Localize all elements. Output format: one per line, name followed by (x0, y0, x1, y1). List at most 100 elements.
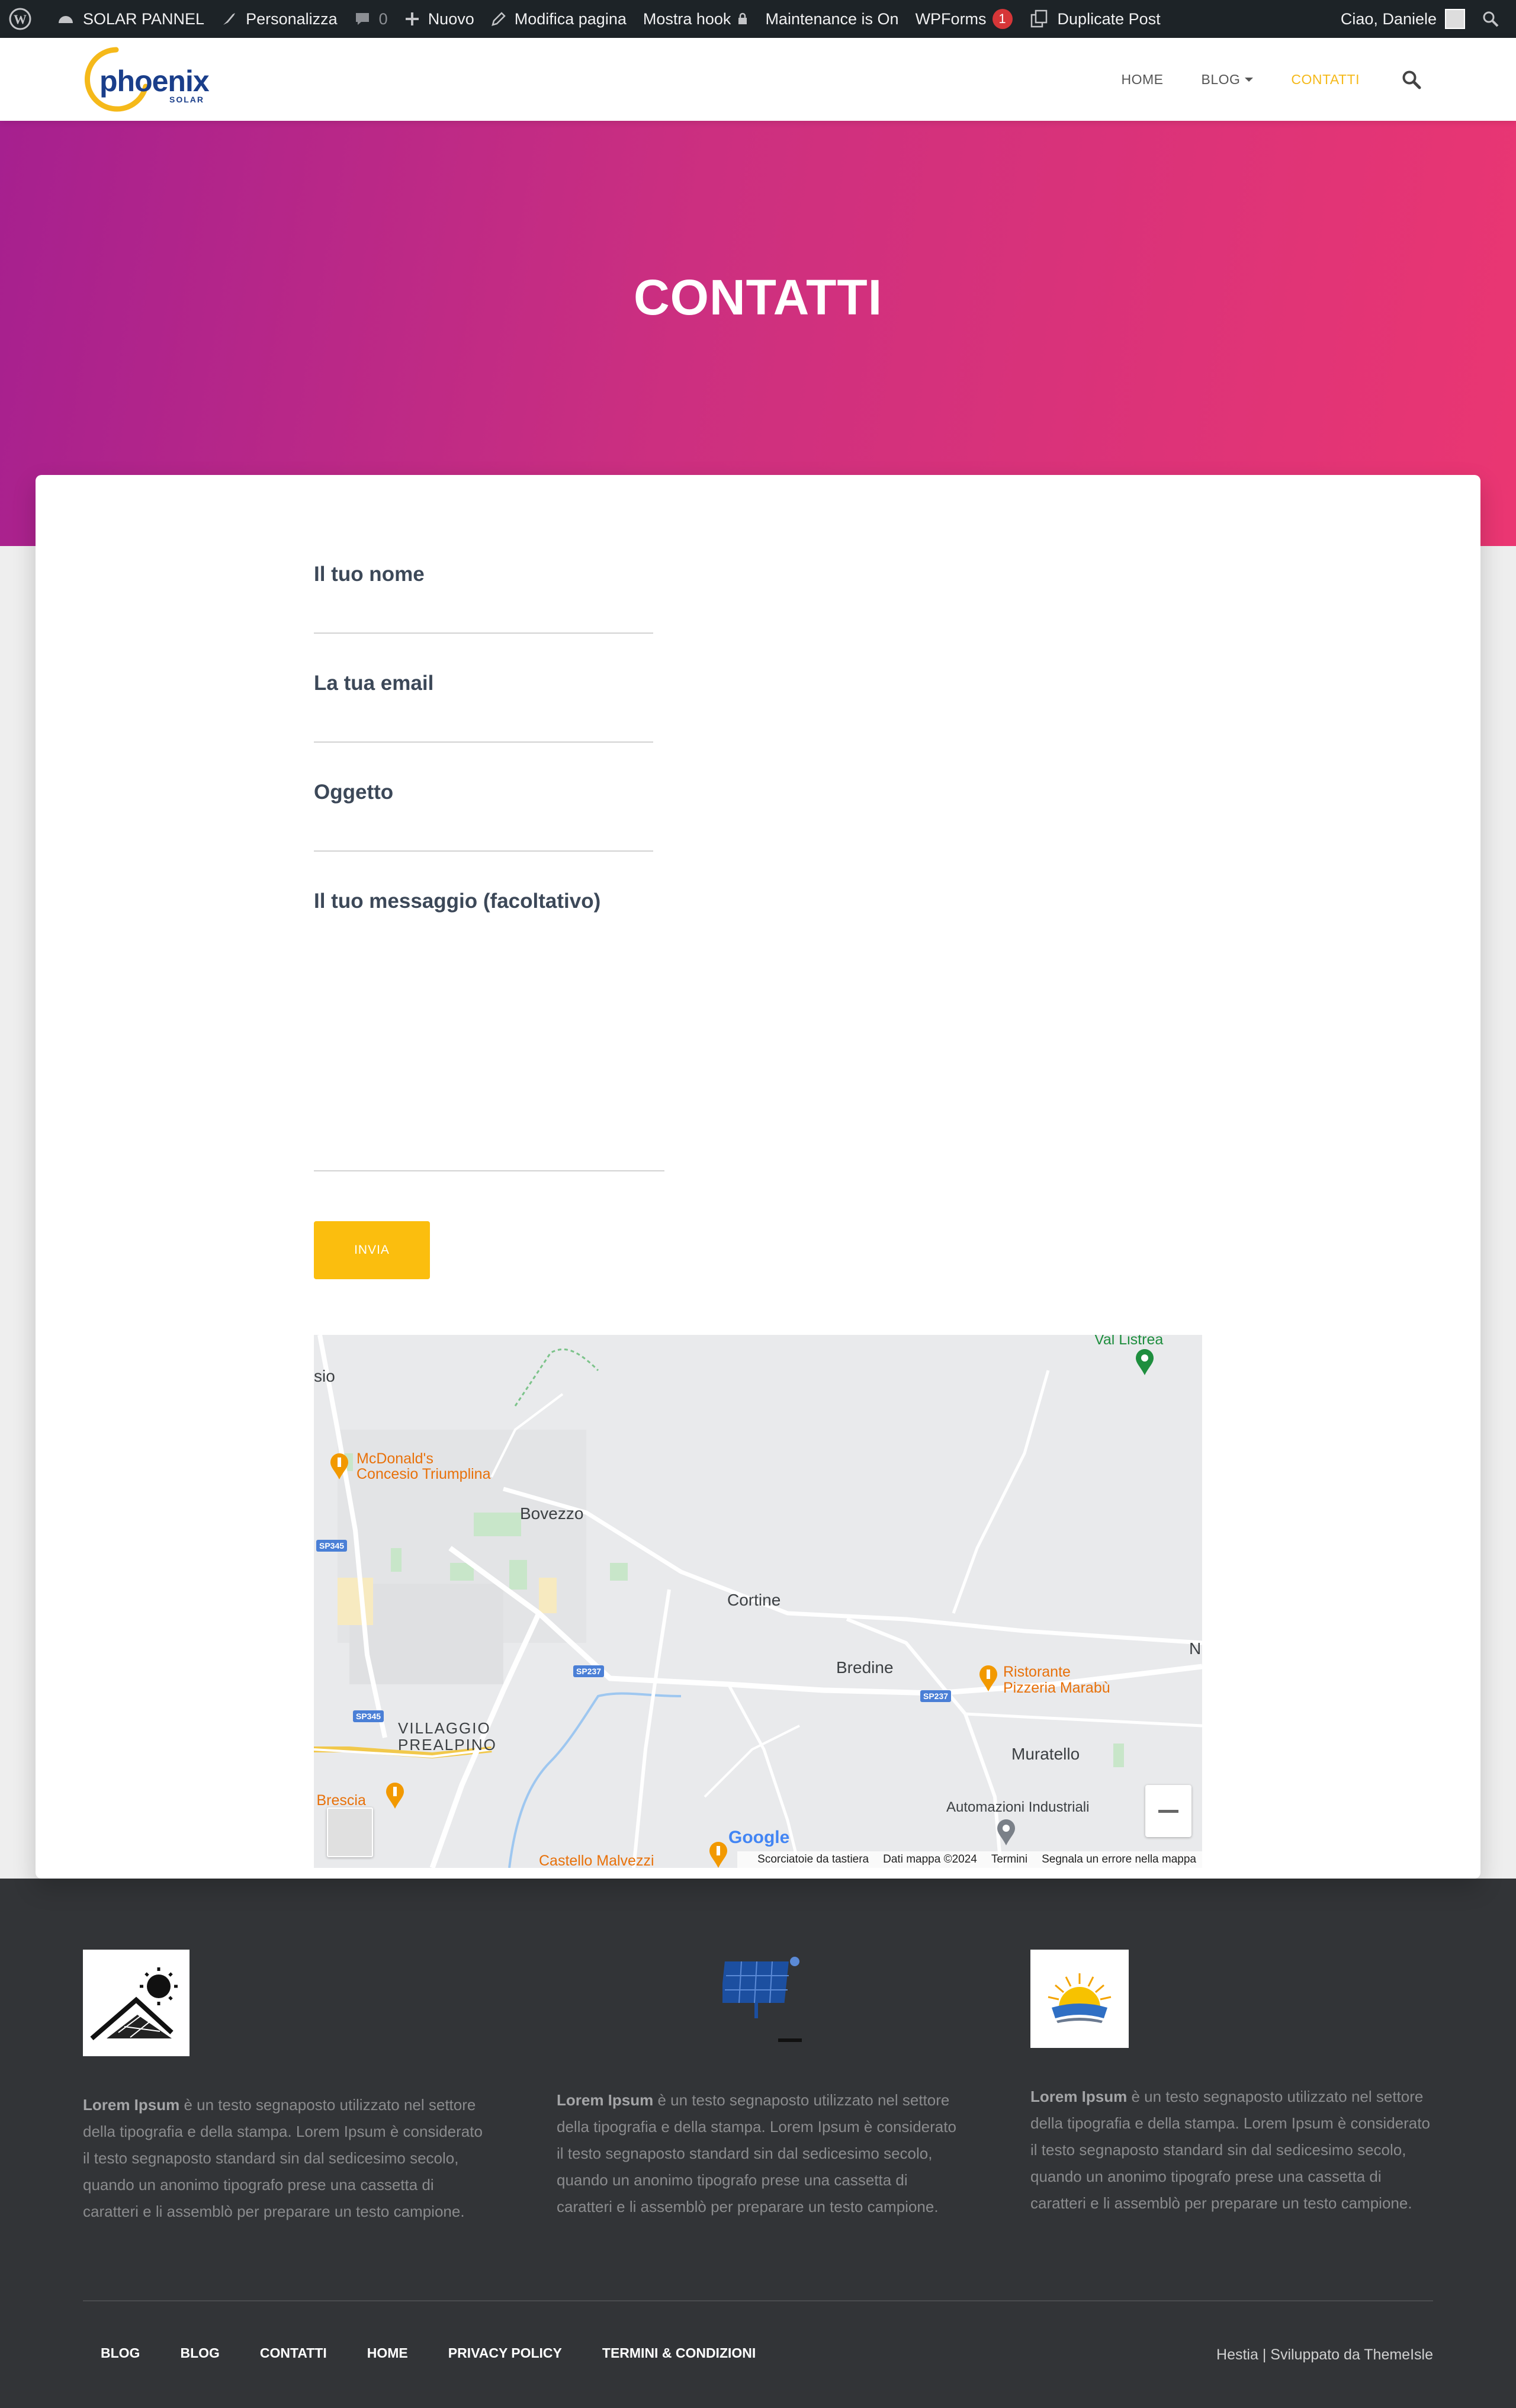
site-header: phoenix SOLAR HOME BLOG CONTATTI (0, 38, 1516, 121)
dashboard-icon (59, 16, 73, 23)
footer-text: Lorem Ipsum è un testo segnaposto utiliz… (1030, 2083, 1433, 2217)
caret-down-icon (1245, 77, 1254, 82)
message-textarea[interactable] (314, 1170, 664, 1171)
keyboard-shortcuts-link[interactable]: Scorciatoie da tastiera (757, 1853, 869, 1866)
road-sign: SP345 (353, 1710, 384, 1722)
map-attribution: Scorciatoie da tastiera Dati mappa ©2024… (737, 1851, 1202, 1868)
duplicate-post-link[interactable]: Duplicate Post (1021, 0, 1169, 38)
comments-link[interactable]: 0 (346, 0, 396, 38)
show-hook-link[interactable]: Mostra hook (635, 0, 757, 38)
restaurant-pin-icon (330, 1453, 348, 1479)
footer-image-solar-panel (720, 1950, 805, 2044)
nav-item-contatti[interactable]: CONTATTI (1291, 72, 1360, 88)
svg-text:W: W (14, 12, 27, 27)
site-logo[interactable]: phoenix SOLAR (81, 45, 217, 114)
page-title: CONTATTI (633, 269, 883, 325)
zoom-out-button[interactable] (1145, 1785, 1191, 1837)
site-footer: Lorem Ipsum è un testo segnaposto utiliz… (0, 1879, 1516, 2408)
comment-icon (355, 13, 369, 25)
edit-page-label: Modifica pagina (514, 9, 627, 28)
footer-text: Lorem Ipsum è un testo segnaposto utiliz… (83, 2092, 486, 2225)
google-map[interactable]: sio Val Listrea McDonald's Concesio Triu… (314, 1335, 1202, 1868)
search-icon (1402, 70, 1421, 89)
footer-text: Lorem Ipsum è un testo segnaposto utiliz… (557, 2087, 959, 2220)
footer-text-body: è un testo segnaposto utilizzato nel set… (83, 2096, 483, 2220)
footer-column-2: Lorem Ipsum è un testo segnaposto utiliz… (557, 2087, 959, 2220)
logo-wordmark: phoenix (99, 65, 210, 98)
name-field[interactable] (314, 632, 653, 634)
admin-bar: W SOLAR PANNEL Personalizza 0 Nuovo Modi… (0, 0, 1516, 38)
new-label: Nuovo (428, 9, 474, 28)
report-error-link[interactable]: Segnala un errore nella mappa (1042, 1853, 1196, 1866)
subject-field-label: Oggetto (314, 781, 394, 804)
footer-link-terms[interactable]: TERMINI & CONDIZIONI (602, 2345, 756, 2361)
footer-link-blog[interactable]: BLOG (101, 2345, 140, 2361)
street-view-pegman[interactable] (327, 1807, 373, 1857)
footer-text-bold: Lorem Ipsum (1030, 2088, 1128, 2105)
map-label: VILLAGGIO PREALPINO (398, 1719, 497, 1754)
terms-link[interactable]: Termini (991, 1853, 1027, 1866)
footer-image-solar-roof (83, 1950, 190, 2056)
search-icon (1483, 11, 1499, 27)
wordpress-logo-icon[interactable]: W (0, 0, 49, 38)
pencil-icon (491, 12, 506, 26)
customize-label: Personalizza (246, 9, 338, 28)
map-label: Castello Malvezzi (539, 1852, 654, 1868)
footer-divider (83, 2300, 1433, 2301)
lock-icon (738, 12, 747, 24)
footer-text-body: è un testo segnaposto utilizzato nel set… (557, 2091, 956, 2216)
footer-menu: BLOG BLOG CONTATTI HOME PRIVACY POLICY T… (83, 2345, 777, 2361)
duplicate-post-label: Duplicate Post (1057, 9, 1161, 28)
wpforms-link[interactable]: WPForms 1 (907, 0, 1021, 38)
map-label: sio (314, 1367, 335, 1385)
map-label: N (1189, 1639, 1202, 1658)
footer-text-bold: Lorem Ipsum (557, 2091, 654, 2109)
park-pin-icon (1136, 1349, 1154, 1375)
map-label: Automazioni Industriali (946, 1799, 1090, 1815)
site-name-link[interactable]: SOLAR PANNEL (49, 0, 213, 38)
footer-text-bold: Lorem Ipsum (83, 2096, 180, 2114)
solar-panel-icon (720, 1957, 802, 2042)
map-label: McDonald's Concesio Triumplina (356, 1450, 491, 1482)
footer-image-sun-panel (1030, 1950, 1129, 2048)
wpforms-label: WPForms (915, 9, 987, 28)
nav-label: HOME (1121, 71, 1164, 87)
footer-link-contatti[interactable]: CONTATTI (260, 2345, 327, 2361)
email-field[interactable] (314, 741, 653, 743)
map-data-label: Dati mappa ©2024 (883, 1853, 977, 1866)
nav-item-home[interactable]: HOME (1122, 72, 1164, 88)
new-content-link[interactable]: Nuovo (396, 0, 483, 38)
message-field-label: Il tuo messaggio (facoltativo) (314, 890, 601, 913)
footer-credit[interactable]: Hestia | Sviluppato da ThemeIsle (1216, 2346, 1433, 2364)
nav-item-blog[interactable]: BLOG (1202, 72, 1254, 88)
subject-field[interactable] (314, 850, 653, 852)
nav-search-button[interactable] (1401, 69, 1421, 89)
plus-icon (405, 12, 419, 25)
map-label: Val Listrea (1094, 1335, 1164, 1348)
footer-link-home[interactable]: HOME (367, 2345, 408, 2361)
submit-button[interactable]: INVIA (314, 1221, 430, 1279)
account-menu[interactable]: Ciao, Daniele (1332, 0, 1473, 38)
show-hook-label: Mostra hook (643, 9, 731, 28)
duplicate-icon (1030, 9, 1047, 28)
map-label: Bredine (836, 1658, 894, 1677)
greeting-label: Ciao, Daniele (1340, 9, 1437, 28)
map-label: Bovezzo (520, 1504, 584, 1523)
main-navigation: HOME BLOG CONTATTI (1084, 38, 1422, 121)
customize-link[interactable]: Personalizza (213, 0, 346, 38)
footer-link-blog[interactable]: BLOG (180, 2345, 219, 2361)
minus-icon (1158, 1810, 1178, 1813)
place-pin-icon (997, 1819, 1015, 1845)
map-label: Muratello (1011, 1745, 1080, 1763)
nav-label: BLOG (1201, 71, 1241, 87)
footer-text-body: è un testo segnaposto utilizzato nel set… (1030, 2088, 1430, 2212)
nav-label: CONTATTI (1291, 71, 1360, 87)
solar-roof-icon (90, 1967, 178, 2041)
maintenance-link[interactable]: Maintenance is On (757, 0, 907, 38)
edit-page-link[interactable]: Modifica pagina (483, 0, 635, 38)
admin-search-button[interactable] (1473, 0, 1516, 38)
name-field-label: Il tuo nome (314, 563, 425, 586)
footer-link-privacy[interactable]: PRIVACY POLICY (448, 2345, 562, 2361)
road-sign: SP237 (573, 1665, 605, 1677)
main-content-card: Il tuo nome La tua email Oggetto Il tuo … (36, 475, 1480, 1879)
